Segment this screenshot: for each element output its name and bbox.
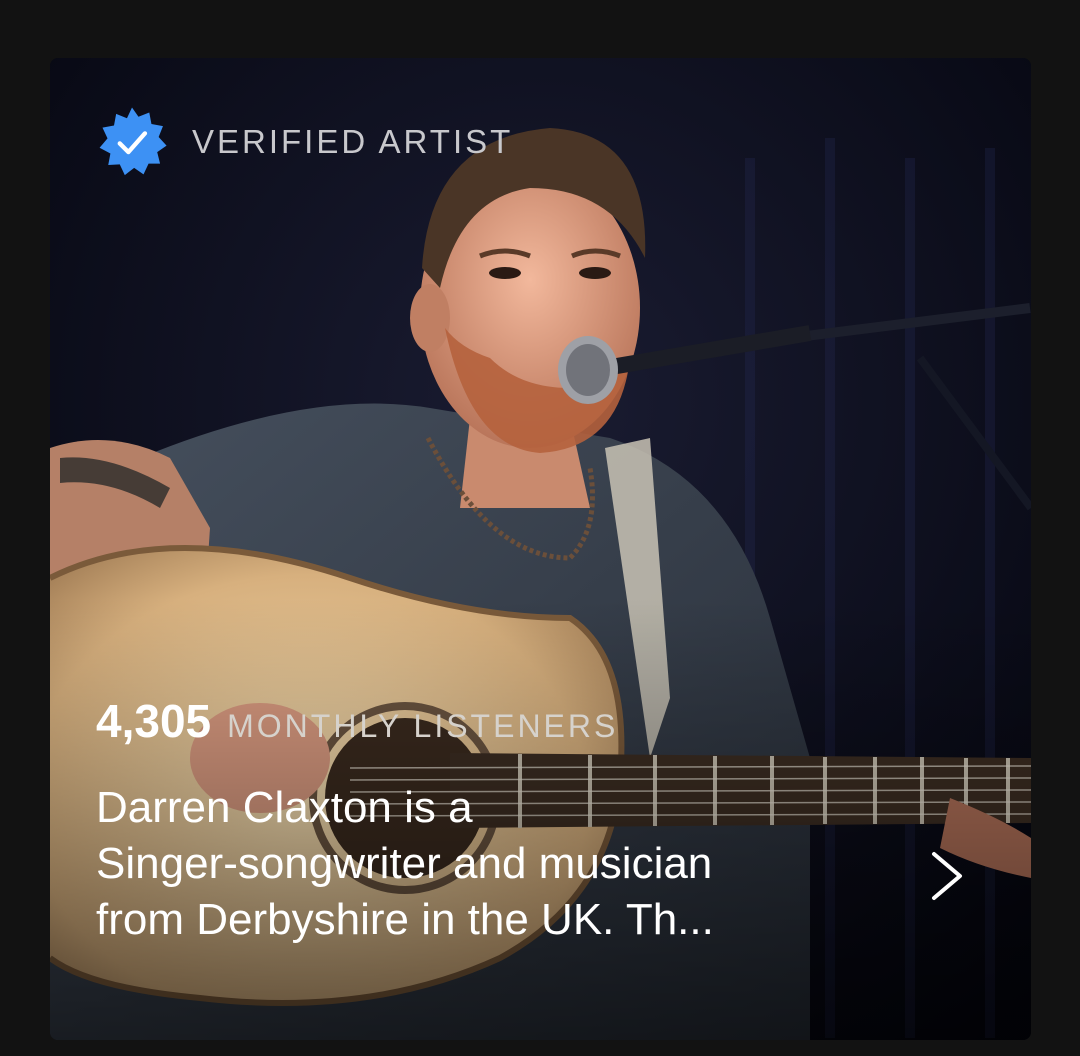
verified-badge-icon: [99, 107, 167, 176]
chevron-right-icon[interactable]: [922, 846, 972, 906]
artist-bio[interactable]: Darren Claxton is a Singer-songwriter an…: [96, 780, 896, 948]
bio-line: from Derbyshire in the UK. Th...: [96, 895, 714, 944]
artist-about-card[interactable]: VERIFIED ARTIST 4,305 MONTHLY LISTENERS …: [50, 58, 1031, 1040]
verified-artist-label: VERIFIED ARTIST: [192, 123, 514, 160]
monthly-listeners-count: 4,305: [96, 695, 212, 747]
monthly-listeners: 4,305 MONTHLY LISTENERS: [96, 694, 618, 748]
bio-line: Darren Claxton is a: [96, 783, 473, 832]
verified-artist-badge: VERIFIED ARTIST: [96, 106, 513, 178]
monthly-listeners-label: MONTHLY LISTENERS: [227, 708, 619, 744]
bio-line: Singer-songwriter and musician: [96, 839, 713, 888]
